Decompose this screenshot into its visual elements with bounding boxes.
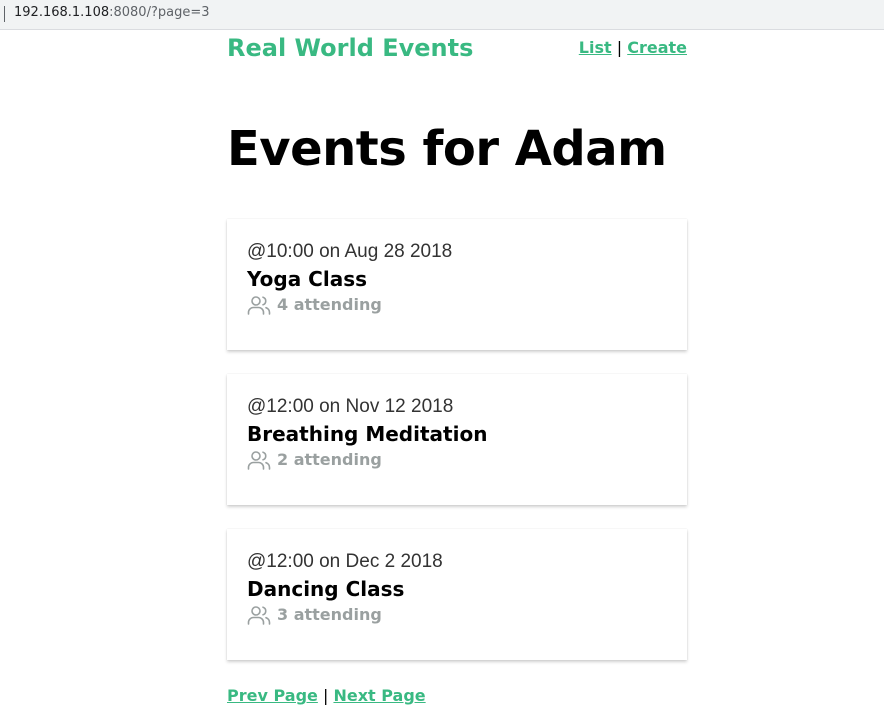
- url-text[interactable]: 192.168.1.108:8080/?page=3: [14, 5, 210, 21]
- event-card[interactable]: @10:00 on Aug 28 2018 Yoga Class 4 atten…: [227, 219, 687, 350]
- event-attending: 2 attending: [247, 449, 667, 471]
- attending-count: 2 attending: [277, 450, 382, 469]
- nav-links: List | Create: [579, 38, 687, 58]
- top-nav: Real World Events List | Create: [227, 33, 687, 63]
- event-attending: 3 attending: [247, 604, 667, 626]
- event-title: Yoga Class: [247, 267, 367, 291]
- attending-count: 3 attending: [277, 605, 382, 624]
- event-datetime: @12:00 on Dec 2 2018: [247, 551, 443, 572]
- nav-separator: |: [616, 38, 623, 57]
- brand-logo[interactable]: Real World Events: [227, 33, 473, 63]
- url-host: 192.168.1.108: [14, 5, 110, 20]
- pagination: Prev Page | Next Page: [227, 686, 426, 706]
- prev-page-link[interactable]: Prev Page: [227, 686, 318, 705]
- event-datetime: @12:00 on Nov 12 2018: [247, 396, 454, 417]
- users-icon: [247, 606, 271, 625]
- nav-create-link[interactable]: Create: [627, 38, 687, 57]
- next-page-link[interactable]: Next Page: [333, 686, 425, 705]
- pager-separator: |: [322, 686, 329, 705]
- users-icon: [247, 296, 271, 315]
- users-icon: [247, 451, 271, 470]
- event-title: Breathing Meditation: [247, 422, 488, 446]
- nav-list-link[interactable]: List: [579, 38, 612, 57]
- event-datetime: @10:00 on Aug 28 2018: [247, 241, 453, 262]
- event-attending: 4 attending: [247, 294, 667, 316]
- event-card[interactable]: @12:00 on Nov 12 2018 Breathing Meditati…: [227, 374, 687, 505]
- event-title: Dancing Class: [247, 577, 405, 601]
- browser-address-bar[interactable]: 192.168.1.108:8080/?page=3: [0, 0, 884, 30]
- event-card[interactable]: @12:00 on Dec 2 2018 Dancing Class 3 att…: [227, 529, 687, 660]
- attending-count: 4 attending: [277, 295, 382, 314]
- page-title: Events for Adam: [227, 121, 667, 177]
- text-cursor: [4, 6, 5, 22]
- url-path: :8080/?page=3: [109, 5, 210, 20]
